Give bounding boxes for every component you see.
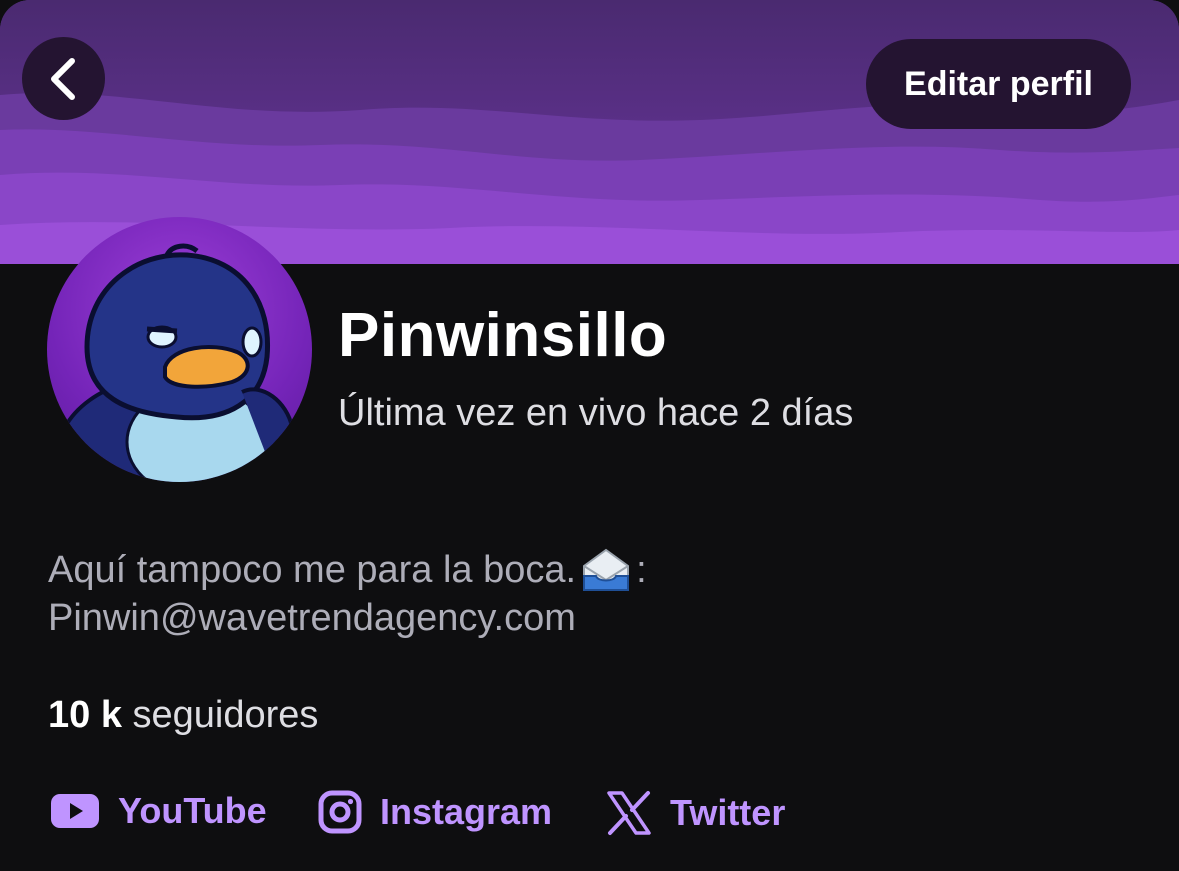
bio-text: Aquí tampoco me para la boca. bbox=[48, 549, 577, 591]
social-label: YouTube bbox=[118, 790, 267, 831]
bio-text-suffix: : bbox=[636, 549, 647, 591]
social-link-youtube[interactable]: YouTube bbox=[50, 790, 267, 832]
social-link-instagram[interactable]: Instagram bbox=[318, 790, 552, 834]
bio-line-1: Aquí tampoco me para la boca. : bbox=[48, 546, 647, 594]
followers-count: 10 k seguidores bbox=[48, 694, 318, 737]
social-label: Twitter bbox=[670, 792, 786, 833]
followers-number: 10 k bbox=[48, 694, 122, 736]
channel-bio: Aquí tampoco me para la boca. : Pinwin@w… bbox=[48, 546, 647, 642]
social-label: Instagram bbox=[380, 791, 553, 832]
penguin-avatar-image bbox=[55, 243, 295, 482]
youtube-icon bbox=[51, 794, 99, 828]
chevron-left-icon bbox=[50, 57, 75, 100]
x-twitter-icon bbox=[607, 791, 651, 835]
back-button[interactable] bbox=[22, 37, 105, 120]
bio-email: Pinwin@wavetrendagency.com bbox=[48, 597, 576, 639]
edit-profile-button[interactable]: Editar perfil bbox=[866, 39, 1131, 129]
avatar[interactable] bbox=[47, 217, 312, 482]
incoming-envelope-icon bbox=[583, 548, 630, 591]
last-live-status: Última vez en vivo hace 2 días bbox=[338, 392, 854, 434]
followers-label: seguidores bbox=[132, 694, 319, 736]
channel-name: Pinwinsillo bbox=[338, 301, 668, 370]
instagram-icon bbox=[318, 790, 362, 834]
social-link-twitter[interactable]: Twitter bbox=[606, 790, 785, 836]
